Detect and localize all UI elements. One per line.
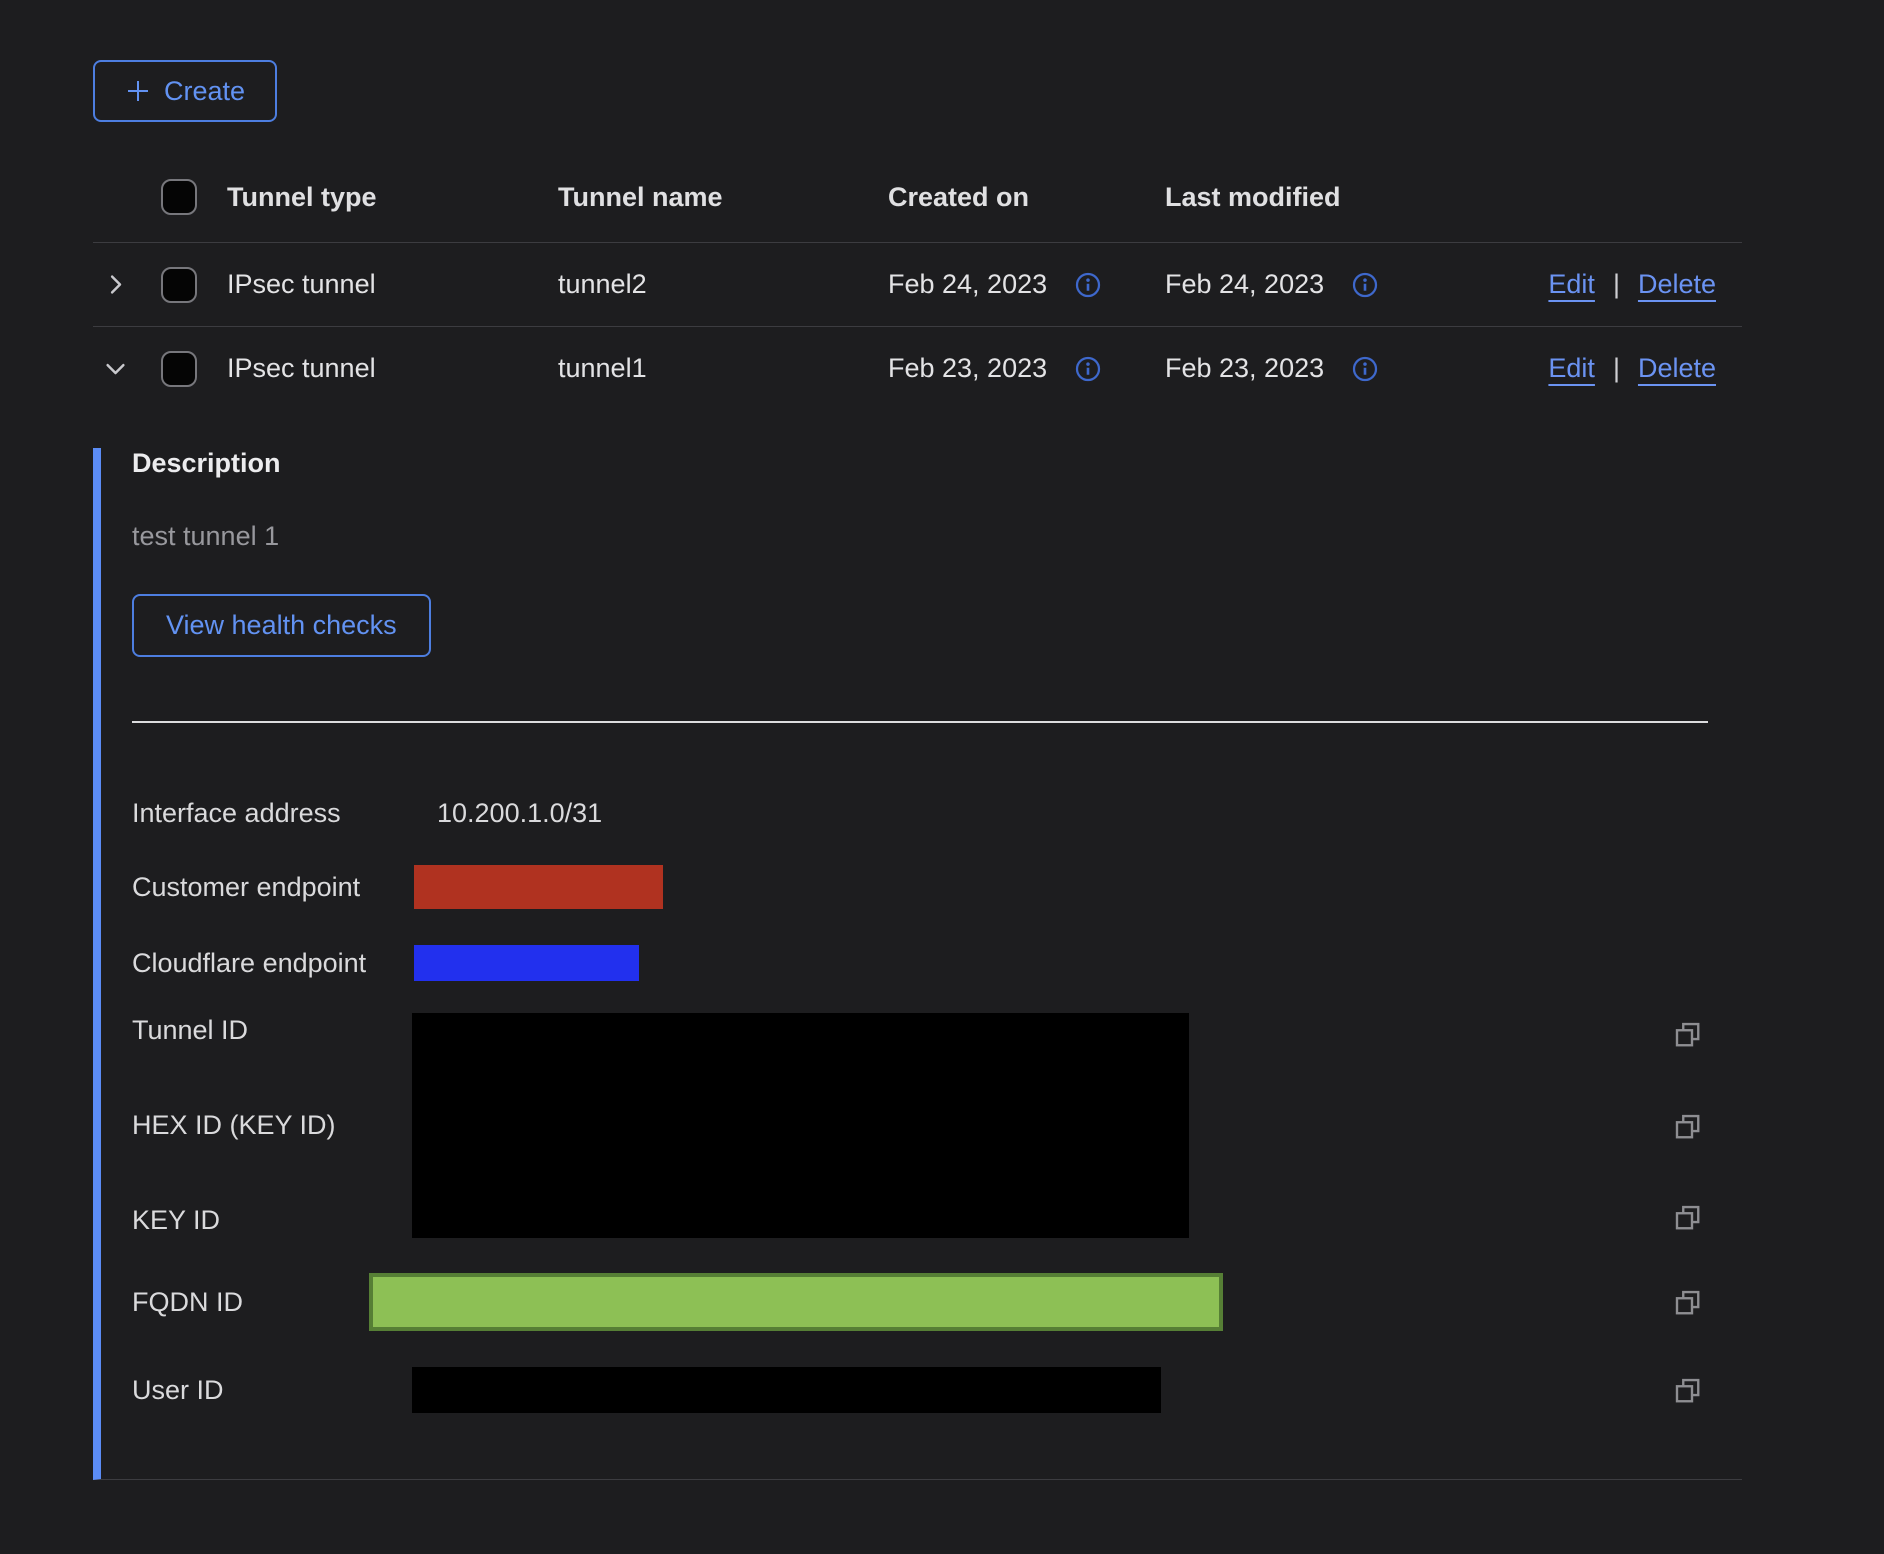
cloudflare-endpoint-label: Cloudflare endpoint [132,948,412,979]
header-tunnel-name: Tunnel name [558,182,888,213]
fqdn-id-redaction [369,1273,1223,1331]
copy-icon[interactable] [1672,1019,1742,1049]
chevron-down-icon[interactable] [102,355,129,382]
row-checkbox[interactable] [161,351,197,387]
actions-separator: | [1613,269,1620,300]
tunnel-name-cell: tunnel2 [558,269,888,300]
edit-link[interactable]: Edit [1548,353,1595,384]
created-on-value: Feb 24, 2023 [888,269,1047,300]
tunnels-table: Tunnel type Tunnel name Created on Last … [93,152,1742,1480]
customer-endpoint-label: Customer endpoint [132,872,412,903]
last-modified-value: Feb 24, 2023 [1165,269,1324,300]
plus-icon [125,78,151,104]
tunnel-type-cell: IPsec tunnel [227,269,558,300]
tunnels-page: Create Tunnel type Tunnel name Created o… [0,0,1884,1554]
create-button-label: Create [164,76,245,107]
tunnel-name-cell: tunnel1 [558,353,888,384]
info-icon[interactable] [1350,354,1380,384]
actions-separator: | [1613,353,1620,384]
view-health-checks-button[interactable]: View health checks [132,594,431,657]
header-tunnel-type: Tunnel type [227,182,558,213]
last-modified-value: Feb 23, 2023 [1165,353,1324,384]
table-header-row: Tunnel type Tunnel name Created on Last … [93,152,1742,243]
delete-link[interactable]: Delete [1638,353,1716,384]
chevron-right-icon[interactable] [102,271,129,298]
interface-address-value: 10.200.1.0/31 [437,798,602,829]
select-all-checkbox[interactable] [161,179,197,215]
field-row-customer-endpoint: Customer endpoint [132,865,1742,909]
section-divider [132,721,1708,723]
header-checkbox-cell [150,179,227,215]
copy-icon[interactable] [1672,1375,1702,1405]
copy-icon[interactable] [1672,1202,1742,1232]
header-last-modified: Last modified [1165,182,1440,213]
user-id-redaction [412,1367,1161,1413]
key-id-label: KEY ID [132,1205,412,1236]
interface-address-label: Interface address [132,798,412,829]
edit-link[interactable]: Edit [1548,269,1595,300]
header-created-on: Created on [888,182,1165,213]
info-icon[interactable] [1073,270,1103,300]
create-button[interactable]: Create [93,60,277,122]
copy-icon[interactable] [1672,1287,1702,1317]
description-text: test tunnel 1 [132,521,1742,552]
info-icon[interactable] [1073,354,1103,384]
copy-icon[interactable] [1672,1111,1742,1141]
info-icon[interactable] [1350,270,1380,300]
field-row-fqdn-id: FQDN ID [132,1273,1742,1331]
table-row: IPsec tunnel tunnel2 Feb 24, 2023 Feb 24… [93,243,1742,327]
user-id-label: User ID [132,1375,412,1406]
ids-redaction [412,1013,1189,1238]
created-on-value: Feb 23, 2023 [888,353,1047,384]
row-checkbox[interactable] [161,267,197,303]
cloudflare-endpoint-redaction [414,945,639,981]
field-row-interface-address: Interface address 10.200.1.0/31 [132,795,1742,831]
customer-endpoint-redaction [414,865,663,909]
field-row-cloudflare-endpoint: Cloudflare endpoint [132,945,1742,981]
tunnel-details-panel: Description test tunnel 1 View health ch… [93,448,1742,1480]
field-row-user-id: User ID [132,1367,1742,1413]
field-row-ids: Tunnel ID HEX ID (KEY ID) KEY ID [132,1013,1742,1238]
delete-link[interactable]: Delete [1638,269,1716,300]
description-label: Description [132,448,1742,479]
tunnel-id-label: Tunnel ID [132,1015,412,1046]
tunnel-type-cell: IPsec tunnel [227,353,558,384]
hex-id-label: HEX ID (KEY ID) [132,1110,412,1141]
table-row: IPsec tunnel tunnel1 Feb 23, 2023 Feb 23… [93,327,1742,410]
